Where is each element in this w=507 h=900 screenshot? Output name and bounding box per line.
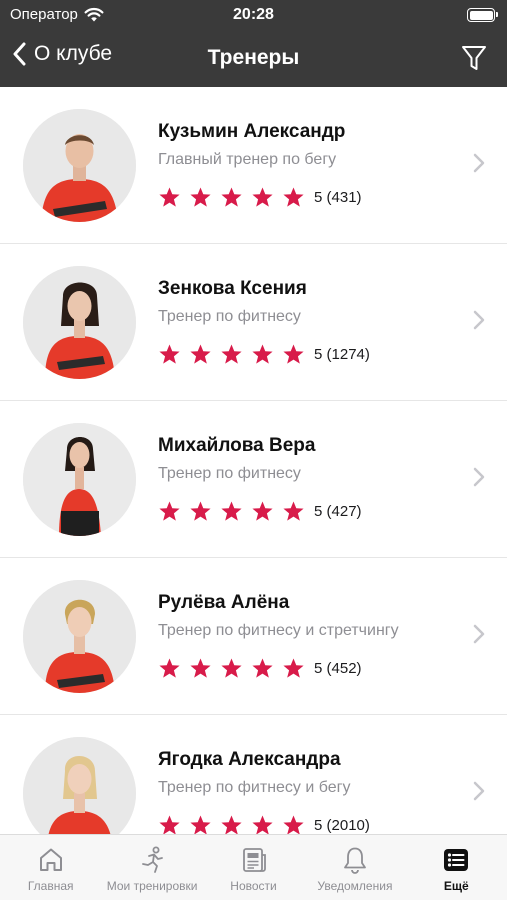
- star-icon: [283, 658, 304, 678]
- trainer-role: Тренер по фитнесу: [158, 465, 301, 482]
- trainers-list: Кузьмин Александр Главный тренер по бегу…: [0, 87, 507, 834]
- trainer-name: Кузьмин Александр: [158, 121, 346, 142]
- star-icon: [190, 501, 211, 521]
- star-icon: [221, 344, 242, 364]
- status-time: 20:28: [233, 6, 274, 23]
- rating-stars: 5 (427): [158, 500, 362, 523]
- trainer-role: Тренер по фитнесу и бегу: [158, 779, 351, 796]
- trainer-avatar: [23, 423, 136, 536]
- tab-bar: Главная Мои тренировки Новости Уведомлен…: [0, 834, 507, 900]
- trainer-role: Тренер по фитнесу и стретчингу: [158, 622, 399, 639]
- star-icon: [221, 658, 242, 678]
- tab-notifications[interactable]: Уведомления: [304, 835, 405, 900]
- more-list-icon: [444, 849, 469, 871]
- back-button[interactable]: О клубе: [12, 42, 112, 66]
- trainer-role: Главный тренер по бегу: [158, 151, 337, 168]
- trainer-row[interactable]: Михайлова Вера Тренер по фитнесу 5 (427): [0, 401, 507, 558]
- chevron-right-icon: [473, 781, 485, 801]
- trainer-row[interactable]: Рулёва Алёна Тренер по фитнесу и стретчи…: [0, 558, 507, 715]
- rating-count: 5 (427): [314, 503, 362, 520]
- star-icon: [190, 344, 211, 364]
- tab-label: Уведомления: [317, 879, 393, 893]
- trainer-row[interactable]: Кузьмин Александр Главный тренер по бегу…: [0, 87, 507, 244]
- star-icon: [252, 658, 273, 678]
- chevron-right-icon: [473, 310, 485, 330]
- chevron-right-icon: [473, 467, 485, 487]
- star-icon: [252, 501, 273, 521]
- navigation-bar: О клубе Тренеры: [0, 30, 507, 87]
- star-icon: [283, 501, 304, 521]
- star-icon: [190, 187, 211, 207]
- tab-label: Ещё: [443, 879, 469, 893]
- chevron-right-icon: [473, 624, 485, 644]
- back-label: О клубе: [34, 42, 113, 65]
- runner-icon: [142, 846, 164, 873]
- rating-stars: 5 (431): [158, 186, 362, 209]
- chevron-right-icon: [473, 153, 485, 173]
- tab-my-workouts[interactable]: Мои тренировки: [101, 835, 202, 900]
- trainer-role: Тренер по фитнесу: [158, 308, 301, 325]
- rating-count: 5 (452): [314, 660, 362, 677]
- star-icon: [252, 815, 273, 834]
- star-icon: [159, 815, 180, 834]
- trainer-name: Михайлова Вера: [158, 435, 316, 456]
- star-icon: [221, 187, 242, 207]
- news-icon: [242, 848, 266, 872]
- filter-icon[interactable]: [461, 44, 487, 72]
- star-icon: [283, 344, 304, 364]
- star-icon: [283, 815, 304, 834]
- trainer-avatar: [23, 737, 136, 834]
- tab-label: Главная: [27, 879, 74, 893]
- star-icon: [252, 344, 273, 364]
- chevron-left-icon: [13, 42, 26, 66]
- battery-icon: [467, 8, 498, 22]
- star-icon: [190, 815, 211, 834]
- trainer-avatar: [23, 580, 136, 693]
- rating-stars: 5 (2010): [158, 814, 370, 834]
- trainer-name: Ягодка Александра: [158, 749, 341, 770]
- home-icon: [39, 848, 62, 871]
- rating-count: 5 (1274): [314, 346, 370, 363]
- rating-stars: 5 (1274): [158, 343, 370, 366]
- star-icon: [252, 187, 273, 207]
- star-icon: [221, 815, 242, 834]
- trainer-avatar: [23, 266, 136, 379]
- status-bar: Оператор 20:28: [0, 0, 507, 30]
- rating-stars: 5 (452): [158, 657, 362, 680]
- bell-icon: [344, 847, 366, 874]
- star-icon: [159, 658, 180, 678]
- trainer-avatar: [23, 109, 136, 222]
- star-icon: [221, 501, 242, 521]
- tab-more[interactable]: Ещё: [406, 835, 507, 900]
- trainer-row[interactable]: Ягодка Александра Тренер по фитнесу и бе…: [0, 715, 507, 834]
- rating-count: 5 (2010): [314, 817, 370, 834]
- star-icon: [159, 344, 180, 364]
- trainer-name: Рулёва Алёна: [158, 592, 290, 613]
- tab-news[interactable]: Новости: [203, 835, 304, 900]
- trainer-row[interactable]: Зенкова Ксения Тренер по фитнесу 5 (1274…: [0, 244, 507, 401]
- star-icon: [283, 187, 304, 207]
- star-icon: [159, 187, 180, 207]
- rating-count: 5 (431): [314, 189, 362, 206]
- trainer-name: Зенкова Ксения: [158, 278, 307, 299]
- tab-label: Мои тренировки: [106, 879, 198, 893]
- tab-label: Новости: [230, 879, 277, 893]
- star-icon: [190, 658, 211, 678]
- star-icon: [159, 501, 180, 521]
- tab-home[interactable]: Главная: [0, 835, 101, 900]
